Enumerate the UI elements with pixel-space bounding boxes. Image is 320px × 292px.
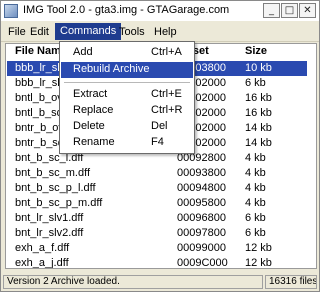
menu-item-shortcut: Ctrl+A: [151, 46, 182, 58]
menu-commands[interactable]: Commands: [55, 23, 122, 40]
menu-separator: [64, 82, 190, 83]
file-size: 14 kb: [245, 122, 272, 134]
menu-item-label: Add: [73, 46, 93, 58]
app-icon: [4, 4, 18, 18]
menu-item-delete[interactable]: Delete Del: [61, 119, 193, 135]
file-size: 6 kb: [245, 77, 266, 89]
file-size: 12 kb: [245, 257, 272, 269]
menu-item-shortcut: Ctrl+E: [151, 88, 182, 100]
menu-item-shortcut: Del: [151, 120, 168, 132]
menu-item-shortcut: F4: [151, 136, 164, 148]
file-name: bnt_b_sc_p_m.dff: [15, 197, 103, 209]
title-bar[interactable]: IMG Tool 2.0 - gta3.img - GTAGarage.com …: [1, 1, 319, 21]
file-offset: 00099000: [177, 242, 226, 254]
window-title: IMG Tool 2.0 - gta3.img - GTAGarage.com: [23, 4, 230, 16]
file-offset: 00095800: [177, 197, 226, 209]
file-offset: 00093800: [177, 167, 226, 179]
menu-item-extract[interactable]: Extract Ctrl+E: [61, 87, 193, 103]
file-offset: 00097800: [177, 227, 226, 239]
file-name: bnt_b_sc_m.dff: [15, 167, 91, 179]
file-size: 14 kb: [245, 137, 272, 149]
menu-edit[interactable]: Edit: [25, 24, 54, 40]
menu-help[interactable]: Help: [149, 24, 182, 40]
file-row[interactable]: bnt_lr_slv2.dff 00097800 6 kb: [7, 226, 307, 241]
status-message: Version 2 Archive loaded.: [3, 275, 263, 289]
menu-item-rename[interactable]: Rename F4: [61, 135, 193, 151]
file-name: exh_a_j.dff: [15, 257, 69, 269]
file-row[interactable]: exh_a_j.dff 0009C000 12 kb: [7, 256, 307, 269]
menu-item-replace[interactable]: Replace Ctrl+R: [61, 103, 193, 119]
file-size: 4 kb: [245, 167, 266, 179]
file-size: 4 kb: [245, 152, 266, 164]
file-size: 4 kb: [245, 182, 266, 194]
file-count: 16316 files: [265, 275, 317, 289]
file-row[interactable]: bnt_b_sc_p_l.dff 00094800 4 kb: [7, 181, 307, 196]
file-size: 6 kb: [245, 227, 266, 239]
maximize-button[interactable]: □: [281, 3, 298, 18]
file-offset: 00094800: [177, 182, 226, 194]
file-offset: 0009C000: [177, 257, 228, 269]
menu-item-label: Rebuild Archive: [73, 63, 150, 75]
commands-dropdown-menu: Add Ctrl+A Rebuild Archive Extract Ctrl+…: [59, 41, 195, 154]
app-window: IMG Tool 2.0 - gta3.img - GTAGarage.com …: [0, 0, 320, 292]
file-size: 12 kb: [245, 242, 272, 254]
column-header-size[interactable]: Size: [245, 45, 267, 57]
menu-item-rebuild-archive[interactable]: Rebuild Archive: [61, 62, 193, 78]
file-row[interactable]: bnt_b_sc_m.dff 00093800 4 kb: [7, 166, 307, 181]
file-size: 6 kb: [245, 212, 266, 224]
file-size: 10 kb: [245, 62, 272, 74]
status-bar: Version 2 Archive loaded. 16316 files: [1, 273, 319, 291]
minimize-button[interactable]: _: [263, 3, 280, 18]
close-button[interactable]: ✕: [299, 3, 316, 18]
menu-item-label: Replace: [73, 104, 114, 116]
file-row[interactable]: bnt_b_sc_p_m.dff 00095800 4 kb: [7, 196, 307, 211]
menu-item-shortcut: Ctrl+R: [151, 104, 183, 116]
menu-item-label: Delete: [73, 120, 105, 132]
file-size: 16 kb: [245, 92, 272, 104]
file-name: bnt_lr_slv1.dff: [15, 212, 84, 224]
menu-bar: File Edit Commands Tools Help: [1, 21, 319, 42]
file-offset: 00096800: [177, 212, 226, 224]
file-size: 4 kb: [245, 197, 266, 209]
file-name: bnt_lr_slv2.dff: [15, 227, 84, 239]
file-row[interactable]: bnt_lr_slv1.dff 00096800 6 kb: [7, 211, 307, 226]
file-size: 16 kb: [245, 107, 272, 119]
menu-item-label: Rename: [73, 136, 115, 148]
menu-item-label: Extract: [73, 88, 108, 100]
menu-tools[interactable]: Tools: [114, 24, 150, 40]
file-name: exh_a_f.dff: [15, 242, 70, 254]
file-name: bnt_b_sc_p_l.dff: [15, 182, 96, 194]
menu-item-add[interactable]: Add Ctrl+A: [61, 45, 193, 61]
file-row[interactable]: exh_a_f.dff 00099000 12 kb: [7, 241, 307, 256]
